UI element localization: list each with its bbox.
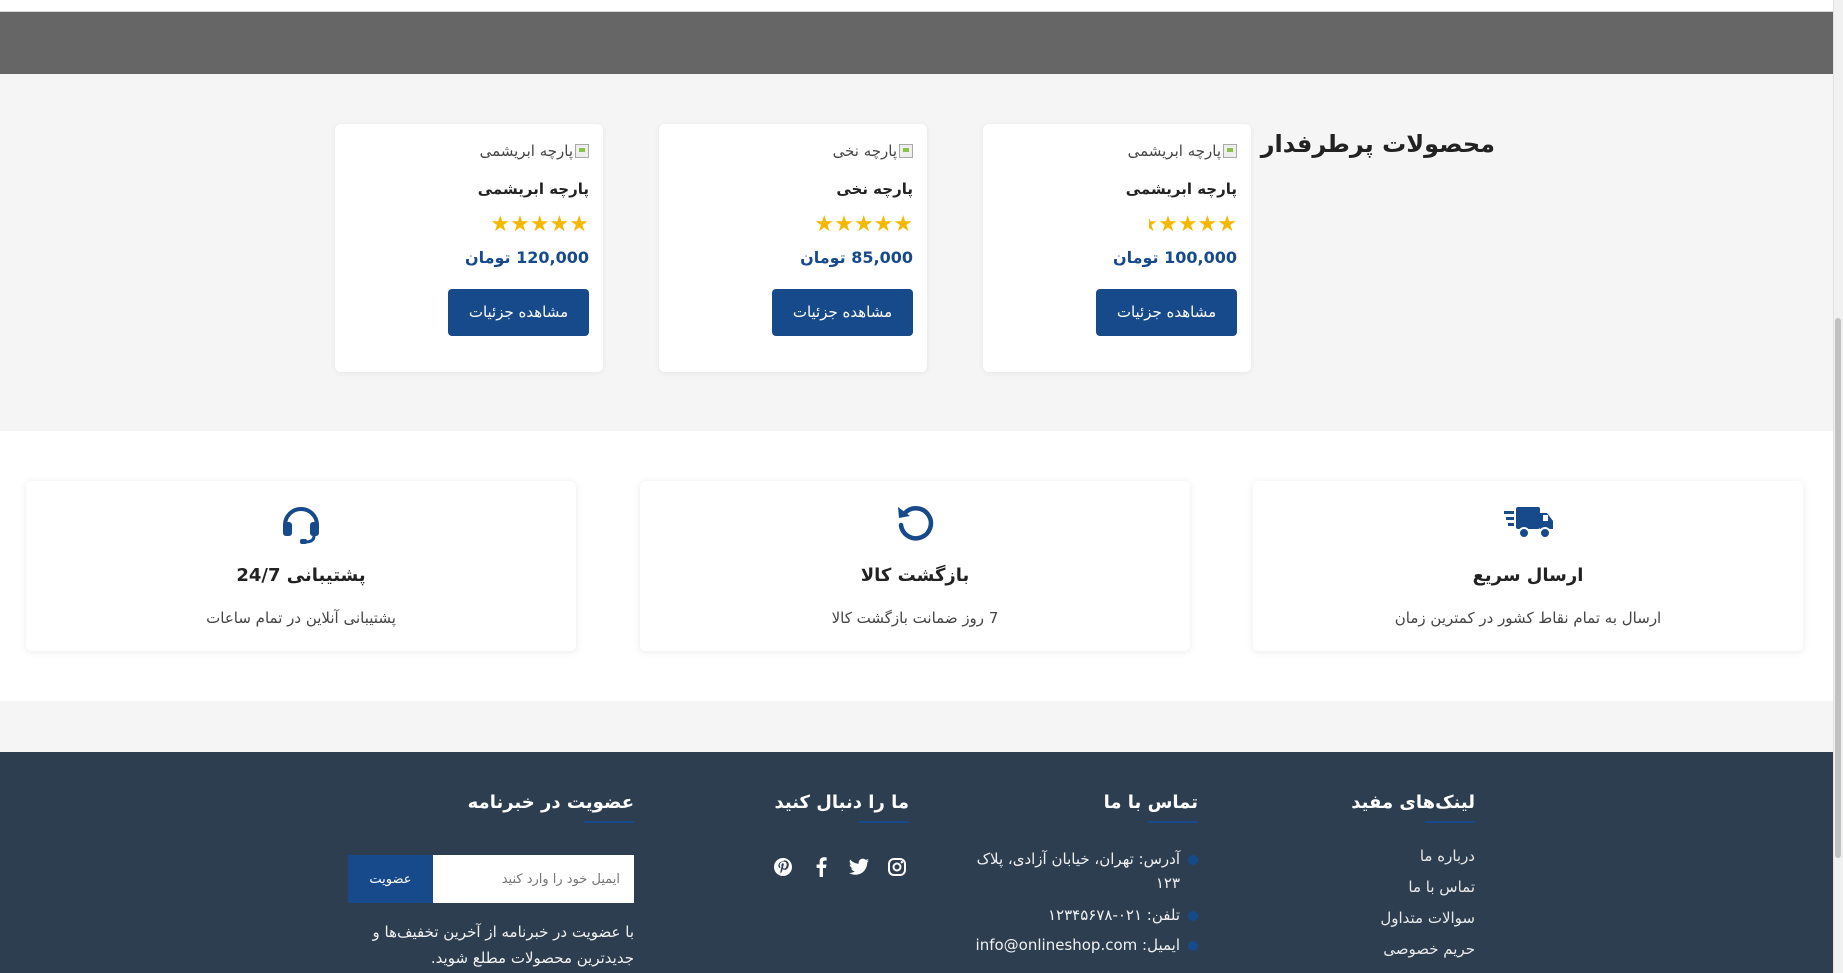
footer-link-faq[interactable]: سوالات متداول bbox=[1351, 909, 1475, 927]
product-image-alt: پارچه نخی bbox=[832, 142, 897, 160]
newsletter-email-input[interactable] bbox=[433, 855, 634, 903]
contact-list: آدرس: تهران، خیابان آزادی، پلاک ۱۲۳ تلفن… bbox=[968, 847, 1198, 957]
broken-image-icon bbox=[575, 144, 589, 158]
product-image-alt: پارچه ابریشمی bbox=[1127, 142, 1221, 160]
view-details-button[interactable]: مشاهده جزئیات bbox=[448, 289, 589, 336]
product-price: 100,000 تومان bbox=[1112, 248, 1237, 267]
product-image: پارچه نخی bbox=[673, 140, 913, 162]
vertical-scrollbar[interactable] bbox=[1833, 0, 1843, 973]
phone-text: تلفن: ۰۲۱-۱۲۳۴۵۶۷۸ bbox=[1047, 906, 1180, 924]
popular-products-section: محصولات پرطرفدار پارچه ابریشمی پارچه ابر… bbox=[0, 74, 1833, 431]
social-links bbox=[771, 857, 909, 882]
twitter-icon[interactable] bbox=[847, 857, 871, 882]
contact-email: ایمیل: info@onlineshop.com bbox=[968, 933, 1198, 957]
subscribe-button[interactable]: عضویت bbox=[348, 855, 433, 903]
broken-image-icon bbox=[899, 144, 913, 158]
half-star-icon: ★ bbox=[1149, 212, 1158, 237]
newsletter-form: عضویت bbox=[348, 855, 634, 903]
pinterest-icon[interactable] bbox=[771, 857, 795, 882]
footer-links-list: درباره ما تماس با ما سوالات متداول حریم … bbox=[1351, 847, 1475, 958]
footer-newsletter-column: عضویت در خبرنامه عضویت با عضویت در خبرنا… bbox=[348, 792, 634, 971]
view-details-button[interactable]: مشاهده جزئیات bbox=[1096, 289, 1237, 336]
feature-desc: 7 روز ضمانت بازگشت کالا bbox=[831, 609, 999, 627]
section-divider bbox=[0, 701, 1833, 752]
envelope-icon bbox=[1188, 941, 1198, 951]
footer: لینک‌های مفید درباره ما تماس با ما سوالا… bbox=[0, 752, 1833, 973]
feature-title: پشتیبانی 24/7 bbox=[236, 565, 366, 586]
product-card[interactable]: پارچه ابریشمی پارچه ابریشمی ★★★★★ 120,00… bbox=[335, 124, 603, 372]
email-text[interactable]: ایمیل: info@onlineshop.com bbox=[976, 933, 1180, 957]
hero-banner bbox=[0, 12, 1833, 74]
product-image-alt: پارچه ابریشمی bbox=[479, 142, 573, 160]
footer-link-privacy[interactable]: حریم خصوصی bbox=[1351, 940, 1475, 958]
product-card[interactable]: پارچه نخی پارچه نخی ★★★★★ 85,000 تومان م… bbox=[659, 124, 927, 372]
rating-stars: ★★★★★ bbox=[814, 212, 913, 237]
footer-heading: عضویت در خبرنامه bbox=[348, 792, 634, 823]
star-icon: ★★★★ bbox=[1158, 212, 1237, 237]
product-card[interactable]: پارچه ابریشمی پارچه ابریشمی ★★★★★ 100,00… bbox=[983, 124, 1251, 372]
broken-image-icon bbox=[1223, 144, 1237, 158]
feature-title: بازگشت کالا bbox=[860, 565, 970, 586]
address-text: آدرس: تهران، خیابان آزادی، پلاک ۱۲۳ bbox=[976, 850, 1180, 892]
footer-heading: لینک‌های مفید bbox=[1351, 792, 1475, 823]
feature-card-return: بازگشت کالا 7 روز ضمانت بازگشت کالا bbox=[640, 481, 1190, 651]
footer-link-contact[interactable]: تماس با ما bbox=[1351, 878, 1475, 896]
location-icon bbox=[1188, 855, 1198, 865]
product-image: پارچه ابریشمی bbox=[997, 140, 1237, 162]
product-name: پارچه ابریشمی bbox=[477, 180, 589, 198]
footer-social-column: ما را دنبال کنید bbox=[771, 792, 909, 882]
footer-heading: تماس با ما bbox=[968, 792, 1198, 823]
footer-contact-column: تماس با ما آدرس: تهران، خیابان آزادی، پل… bbox=[968, 792, 1198, 957]
section-title: محصولات پرطرفدار bbox=[1260, 130, 1495, 158]
truck-icon bbox=[1253, 501, 1803, 547]
product-price: 85,000 تومان bbox=[800, 248, 913, 267]
instagram-icon[interactable] bbox=[885, 857, 909, 882]
footer-link-about[interactable]: درباره ما bbox=[1351, 847, 1475, 865]
product-name: پارچه ابریشمی bbox=[1125, 180, 1237, 198]
phone-icon bbox=[1188, 911, 1198, 921]
facebook-icon[interactable] bbox=[809, 857, 833, 882]
contact-address: آدرس: تهران، خیابان آزادی، پلاک ۱۲۳ bbox=[968, 847, 1198, 895]
top-border bbox=[0, 0, 1833, 12]
feature-title: ارسال سریع bbox=[1472, 565, 1584, 586]
feature-desc: ارسال به تمام نقاط کشور در کمترین زمان bbox=[1394, 609, 1662, 627]
contact-phone: تلفن: ۰۲۱-۱۲۳۴۵۶۷۸ bbox=[968, 903, 1198, 927]
features-section: ارسال سریع ارسال به تمام نقاط کشور در کم… bbox=[0, 431, 1833, 701]
feature-desc: پشتیبانی آنلاین در تمام ساعات bbox=[206, 609, 396, 627]
view-details-button[interactable]: مشاهده جزئیات bbox=[772, 289, 913, 336]
product-name: پارچه نخی bbox=[836, 180, 913, 198]
scrollbar-thumb[interactable] bbox=[1835, 318, 1841, 858]
rating-stars: ★★★★★ bbox=[490, 212, 589, 237]
feature-card-support: پشتیبانی 24/7 پشتیبانی آنلاین در تمام سا… bbox=[26, 481, 576, 651]
footer-heading: ما را دنبال کنید bbox=[771, 792, 909, 823]
product-image: پارچه ابریشمی bbox=[349, 140, 589, 162]
footer-links-column: لینک‌های مفید درباره ما تماس با ما سوالا… bbox=[1351, 792, 1475, 971]
headset-icon bbox=[26, 501, 576, 547]
feature-card-shipping: ارسال سریع ارسال به تمام نقاط کشور در کم… bbox=[1253, 481, 1803, 651]
undo-icon bbox=[640, 501, 1190, 547]
newsletter-description: با عضویت در خبرنامه از آخرین تخفیف‌ها و … bbox=[372, 923, 635, 967]
rating-stars: ★★★★★ bbox=[997, 212, 1237, 238]
product-price: 120,000 تومان bbox=[464, 248, 589, 267]
